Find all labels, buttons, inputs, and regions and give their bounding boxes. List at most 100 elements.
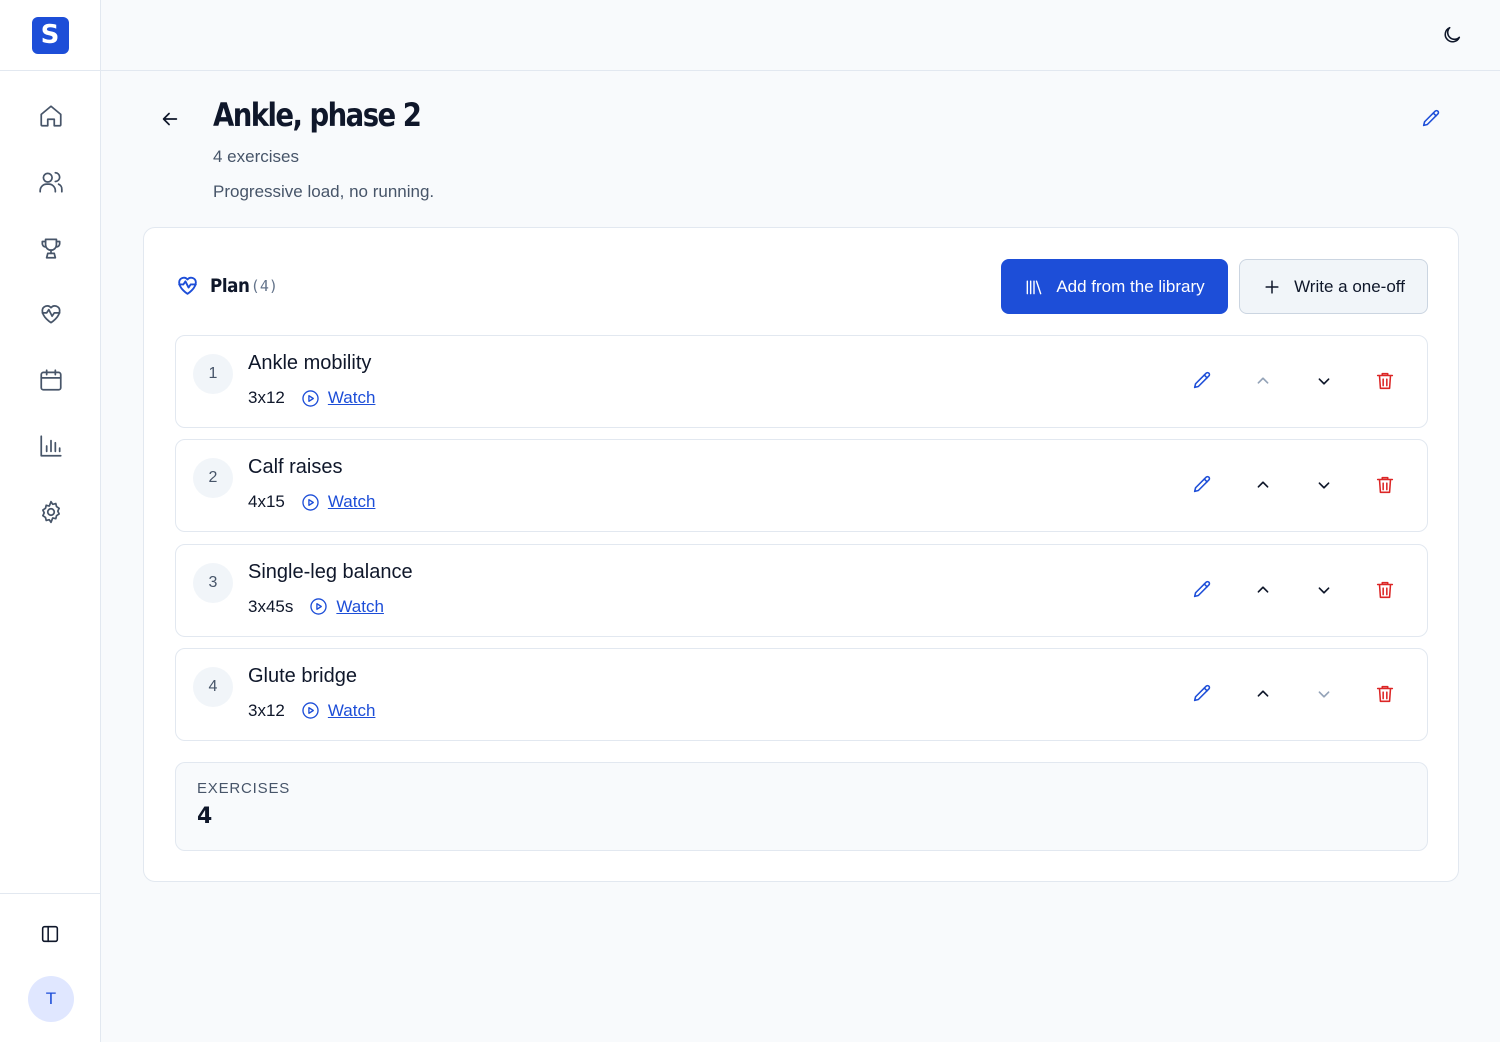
plus-icon — [1265, 279, 1279, 294]
watch-label: Watch — [327, 700, 376, 720]
delete-exercise-button[interactable] — [1371, 576, 1399, 604]
move-down-button[interactable] — [1310, 680, 1338, 708]
edit-exercise-button[interactable] — [1188, 471, 1216, 499]
home-icon — [39, 105, 62, 127]
gear-icon — [41, 500, 60, 524]
exercise-meta: 4x15 Watch — [248, 492, 375, 512]
chevron-down-icon — [1318, 378, 1330, 385]
exercise-row: 2 Calf raises 4x15 Watch — [175, 439, 1428, 533]
pencil-icon — [1193, 476, 1211, 493]
avatar[interactable]: T — [28, 976, 74, 1022]
play-circle-icon — [302, 389, 319, 407]
moon-icon — [1444, 26, 1461, 43]
trophy-icon — [40, 238, 61, 259]
move-up-button[interactable] — [1249, 576, 1277, 604]
plan-card: Plan (4) Add from the library Write a on… — [143, 227, 1459, 882]
pencil-icon — [1193, 684, 1211, 702]
exercise-sets: 3x12 — [248, 700, 285, 720]
exercise-name: Calf raises — [248, 456, 343, 479]
users-icon — [38, 171, 63, 193]
move-down-button[interactable] — [1310, 471, 1338, 499]
edit-exercise-button[interactable] — [1188, 680, 1216, 708]
back-button[interactable] — [158, 107, 182, 131]
sidebar-item-calendar[interactable] — [0, 347, 101, 413]
watch-link[interactable]: Watch — [301, 700, 376, 721]
delete-exercise-button[interactable] — [1371, 367, 1399, 395]
sidebar-item-plans[interactable] — [0, 281, 101, 347]
delete-exercise-button[interactable] — [1371, 680, 1399, 708]
exercise-meta: 3x12 Watch — [248, 701, 375, 721]
sidebar-item-reports[interactable] — [0, 413, 101, 479]
panel-left-icon — [41, 925, 59, 943]
sidebar-nav — [0, 71, 100, 545]
sidebar: S T — [0, 0, 101, 1042]
pencil-icon — [1422, 109, 1440, 127]
delete-exercise-button[interactable] — [1371, 471, 1399, 499]
exercise-stats: EXERCISES 4 — [175, 762, 1428, 851]
logo-area: S — [0, 0, 100, 71]
chevron-down-icon — [1318, 586, 1330, 594]
chevron-down-icon — [1318, 691, 1330, 698]
play-circle-icon — [310, 598, 328, 615]
exercise-row: 3 Single-leg balance 3x45s Watch — [175, 543, 1428, 637]
heart-pulse-icon — [178, 276, 197, 295]
stats-value: 4 — [197, 804, 213, 829]
exercise-row: 4 Glute bridge 3x12 Watch — [175, 647, 1428, 741]
exercise-number: 3 — [193, 562, 233, 603]
plan-count: (4) — [250, 276, 278, 295]
arrow-left-icon — [162, 112, 178, 126]
exercise-number: 4 — [193, 666, 233, 707]
trash-icon — [1376, 477, 1394, 494]
move-up-button[interactable] — [1249, 471, 1277, 499]
sidebar-item-home[interactable] — [0, 83, 101, 149]
exercise-sets: 4x15 — [248, 492, 285, 512]
exercise-row: 1 Ankle mobility 3x12 Watch — [175, 335, 1428, 428]
sidebar-item-trophy[interactable] — [0, 215, 101, 281]
trash-icon — [1376, 372, 1394, 390]
edit-exercise-button[interactable] — [1188, 367, 1216, 395]
chevron-up-icon — [1257, 690, 1269, 697]
pencil-icon — [1193, 580, 1211, 597]
sidebar-item-users[interactable] — [0, 149, 101, 215]
sidebar-footer: T — [0, 893, 100, 1042]
heart-pulse-icon — [40, 305, 61, 324]
add-from-library-button[interactable]: Add from the library — [1001, 259, 1228, 314]
app-logo[interactable]: S — [31, 16, 69, 54]
page-subtitle: 4 exercises — [213, 147, 299, 166]
edit-exercise-button[interactable] — [1188, 576, 1216, 604]
exercise-sets: 3x45s — [248, 596, 294, 616]
exercise-name: Ankle mobility — [248, 352, 372, 374]
watch-label: Watch — [336, 596, 384, 616]
move-down-button[interactable] — [1310, 576, 1338, 604]
chevron-up-icon — [1257, 377, 1269, 384]
calendar-icon — [39, 369, 62, 391]
watch-link[interactable]: Watch — [301, 388, 376, 408]
pencil-icon — [1193, 371, 1211, 389]
chevron-up-icon — [1257, 586, 1269, 593]
watch-link[interactable]: Watch — [301, 492, 375, 512]
library-icon — [1026, 279, 1042, 294]
exercise-name: Single-leg balance — [248, 560, 413, 583]
exercise-number: 1 — [193, 354, 233, 394]
watch-label: Watch — [327, 388, 376, 407]
write-one-off-button[interactable]: Write a one-off — [1239, 259, 1428, 314]
move-up-button[interactable] — [1249, 367, 1277, 395]
exercise-sets: 3x12 — [248, 388, 285, 407]
plan-title: Plan — [210, 274, 250, 297]
bar-chart-icon — [39, 435, 62, 457]
page-description: Progressive load, no running. — [213, 182, 435, 201]
play-circle-icon — [302, 702, 319, 720]
edit-plan-button[interactable] — [1419, 107, 1443, 131]
stats-label: EXERCISES — [197, 780, 291, 797]
collapse-sidebar-button[interactable] — [38, 922, 62, 946]
top-bar — [101, 0, 1500, 71]
move-down-button[interactable] — [1310, 367, 1338, 395]
trash-icon — [1376, 685, 1394, 703]
exercise-meta: 3x12 Watch — [248, 388, 375, 408]
sidebar-item-settings[interactable] — [0, 479, 101, 545]
page-title: Ankle, phase 2 — [213, 96, 422, 134]
play-circle-icon — [302, 494, 319, 511]
theme-toggle-button[interactable] — [1440, 23, 1464, 47]
watch-link[interactable]: Watch — [309, 597, 384, 617]
move-up-button[interactable] — [1249, 680, 1277, 708]
